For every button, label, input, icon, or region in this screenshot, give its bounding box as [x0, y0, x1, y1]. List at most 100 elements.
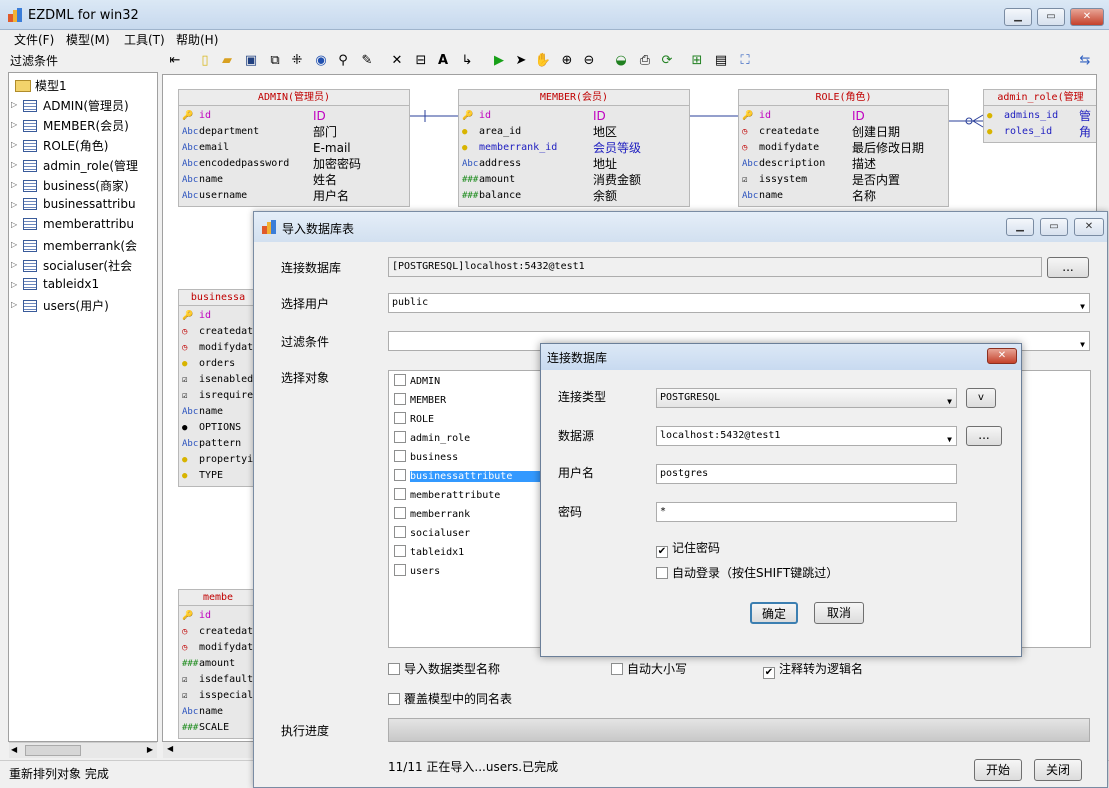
pointer-icon[interactable]: ➤ — [512, 52, 530, 70]
object-list-item[interactable]: tableidx1 — [394, 545, 464, 561]
entity-field[interactable]: Abc pattern — [179, 436, 257, 452]
menu-file[interactable]: 文件(F) — [14, 31, 54, 48]
text-icon[interactable]: A — [434, 52, 452, 70]
zoom-in-icon[interactable]: ⊕ — [558, 52, 576, 70]
table-icon[interactable]: ⊟ — [412, 52, 430, 70]
entity-field[interactable]: 🔑 id — [179, 308, 257, 324]
object-list-item[interactable]: memberattribute — [394, 488, 500, 504]
conn-type-select[interactable]: POSTGRESQL ▼ — [656, 388, 957, 408]
entity-field[interactable]: ☑ isenabled — [179, 372, 257, 388]
entity-field[interactable]: Abc address 地址 — [459, 156, 689, 172]
expand-arrow-icon[interactable]: ▷ — [11, 260, 17, 269]
tree-root[interactable]: 模型1 — [15, 77, 67, 94]
opt-comment-logic[interactable]: ✔ 注释转为逻辑名 — [763, 660, 863, 679]
tree-item[interactable]: business(商家) — [23, 177, 129, 194]
object-list-item[interactable]: admin_role — [394, 431, 470, 447]
conn-type-v-button[interactable]: v — [966, 388, 996, 408]
properties-icon[interactable]: ▤ — [712, 52, 730, 70]
menu-help[interactable]: 帮助(H) — [176, 31, 218, 48]
tree-item[interactable]: memberrank(会 — [23, 237, 137, 254]
expand-arrow-icon[interactable]: ▷ — [11, 120, 17, 129]
entity-businessattribute[interactable]: businessa 🔑 id ◷ createdat ◷ modifydat ● orders ☑… — [178, 289, 258, 487]
tree-item[interactable]: users(用户) — [23, 297, 109, 314]
entity-field[interactable]: ◷ createdate 创建日期 — [739, 124, 948, 140]
object-list-item[interactable]: socialuser — [394, 526, 470, 542]
tree-item[interactable]: memberattribu — [23, 217, 134, 231]
entity-field[interactable]: ☑ isspecial — [179, 688, 257, 704]
entity-field[interactable]: ● TYPE — [179, 468, 257, 484]
entity-field[interactable]: Abc name — [179, 404, 257, 420]
zoom-out-icon[interactable]: ⊖ — [580, 52, 598, 70]
import-maximize-button[interactable]: ▭ — [1040, 218, 1068, 236]
object-list-item[interactable]: ADMIN — [394, 374, 440, 390]
find-icon[interactable]: ⚲ — [334, 52, 352, 70]
password-input[interactable]: * — [656, 502, 957, 522]
entity-field[interactable]: 🔑 id ID — [739, 108, 948, 124]
tree-item[interactable]: businessattribu — [23, 197, 136, 211]
tree-item[interactable]: socialuser(社会 — [23, 257, 132, 274]
eye-icon[interactable]: ◒ — [612, 52, 630, 70]
datasource-browse-button[interactable]: ... — [966, 426, 1002, 446]
entity-field[interactable]: Abc description 描述 — [739, 156, 948, 172]
entity-field[interactable]: ● OPTIONS — [179, 420, 257, 436]
entity-field[interactable]: 🔑 id ID — [179, 108, 409, 124]
hand-icon[interactable]: ✋ — [534, 52, 552, 70]
entity-field[interactable]: ☑ isrequire — [179, 388, 257, 404]
object-list-item[interactable]: businessattribute — [394, 469, 565, 485]
opt-import-type[interactable]: 导入数据类型名称 — [388, 660, 500, 677]
entity-field[interactable]: Abc department 部门 — [179, 124, 409, 140]
remember-password-checkbox[interactable]: ✔ 记住密码 — [656, 539, 720, 558]
edit-pencil-icon[interactable]: ✎ — [358, 52, 376, 70]
tree-item[interactable]: ADMIN(管理员) — [23, 97, 129, 114]
object-list-item[interactable]: memberrank — [394, 507, 470, 523]
opt-auto-case[interactable]: 自动大小写 — [611, 660, 687, 677]
entity-field[interactable]: ◷ createdat — [179, 624, 257, 640]
object-list-item[interactable]: users — [394, 564, 440, 580]
window-switch-icon[interactable]: ⇆ — [1076, 52, 1094, 70]
entity-member[interactable]: MEMBER(会员) 🔑 id ID ● area_id 地区 ● memberrank_id 会… — [458, 89, 690, 207]
expand-arrow-icon[interactable]: ▷ — [11, 300, 17, 309]
close-dialog-button[interactable]: 关闭 — [1034, 759, 1082, 781]
entity-memberattribute[interactable]: membe 🔑 id ◷ createdat ◷ modifydat ### amount ☑ is… — [178, 589, 258, 739]
entity-field[interactable]: ### amount 消费金额 — [459, 172, 689, 188]
cancel-button[interactable]: 取消 — [814, 602, 864, 624]
expand-arrow-icon[interactable]: ▷ — [11, 160, 17, 169]
expand-arrow-icon[interactable]: ▷ — [11, 220, 17, 229]
maximize-button[interactable]: ▭ — [1037, 8, 1065, 26]
entity-admin[interactable]: ADMIN(管理员) 🔑 id ID Abc department 部门 Abc email E-… — [178, 89, 410, 207]
opt-overwrite[interactable]: 覆盖模型中的同名表 — [388, 690, 512, 707]
tree-item[interactable]: MEMBER(会员) — [23, 117, 129, 134]
tree-item[interactable]: tableidx1 — [23, 277, 99, 291]
start-button[interactable]: 开始 — [974, 759, 1022, 781]
copy-icon[interactable]: ⧉ — [266, 52, 284, 70]
user-select[interactable]: public ▼ — [388, 293, 1090, 313]
new-file-icon[interactable]: ▯ — [196, 52, 214, 70]
autologin-checkbox[interactable]: 自动登录（按住SHIFT键跳过） — [656, 564, 838, 581]
entity-admin-role[interactable]: admin_role(管理 ● admins_id 管 ● roles_id 角 — [983, 89, 1096, 143]
object-list-item[interactable]: MEMBER — [394, 393, 446, 409]
import-minimize-button[interactable]: ▁ — [1006, 218, 1034, 236]
expand-arrow-icon[interactable]: ▷ — [11, 200, 17, 209]
entity-field[interactable]: ◷ createdat — [179, 324, 257, 340]
connection-browse-button[interactable]: ... — [1047, 257, 1089, 278]
object-list-item[interactable]: business — [394, 450, 458, 466]
entity-field[interactable]: ● area_id 地区 — [459, 124, 689, 140]
tree-item[interactable]: ROLE(角色) — [23, 137, 108, 154]
fit-screen-icon[interactable]: ⛶ — [736, 52, 754, 70]
entity-field[interactable]: ● propertyi — [179, 452, 257, 468]
tree-horizontal-scrollbar[interactable]: ◀ ▶ — [9, 742, 157, 758]
close-button[interactable]: ✕ — [1070, 8, 1104, 26]
entity-field[interactable]: Abc name 姓名 — [179, 172, 409, 188]
entity-field[interactable]: ☑ issystem 是否内置 — [739, 172, 948, 188]
connect-close-button[interactable]: ✕ — [987, 348, 1017, 364]
link-icon[interactable]: ↳ — [458, 52, 476, 70]
entity-field[interactable]: 🔑 id — [179, 608, 257, 624]
expand-arrow-icon[interactable]: ▷ — [11, 140, 17, 149]
entity-field[interactable]: Abc name — [179, 704, 257, 720]
entity-field[interactable]: ◷ modifydat — [179, 640, 257, 656]
entity-field[interactable]: ● admins_id 管 — [984, 108, 1096, 124]
tree-item[interactable]: admin_role(管理 — [23, 157, 138, 174]
layout-icon[interactable]: ⁜ — [288, 52, 306, 70]
entity-field[interactable]: Abc encodedpassword 加密密码 — [179, 156, 409, 172]
entity-field[interactable]: 🔑 id ID — [459, 108, 689, 124]
